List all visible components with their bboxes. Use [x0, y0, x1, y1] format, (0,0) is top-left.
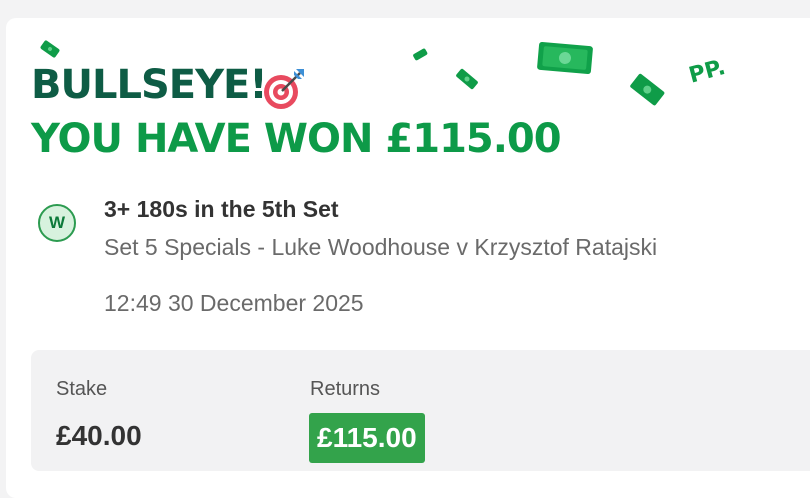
stake-value: £40.00 [56, 420, 142, 451]
returns-value: £115.00 [309, 413, 425, 463]
dartboard-target-icon [264, 69, 304, 109]
banknote-icon [40, 40, 60, 58]
bet-selection: 3+ 180s in the 5th Set [104, 196, 339, 222]
stake-label: Stake [56, 378, 108, 400]
svg-text:PP.: PP. [686, 55, 728, 86]
pp-watermark: PP. [686, 55, 728, 86]
headline-win-amount: YOU HAVE WON £115.00 [31, 116, 562, 162]
win-status-badge: W [38, 204, 76, 242]
banknote-icon [537, 41, 593, 75]
banknote-icon [456, 68, 478, 90]
banknote-icon [413, 48, 428, 61]
returns-label: Returns [310, 378, 381, 400]
banknote-icon [630, 73, 665, 106]
stake-returns-panel: Stake £40.00 Returns £115.00 [31, 350, 810, 471]
bet-placed-time: 12:49 30 December 2025 [104, 290, 364, 316]
bet-market: Set 5 Specials - Luke Woodhouse v Krzysz… [104, 234, 658, 260]
headline-bullseye: BULLSEYE! [31, 62, 268, 108]
